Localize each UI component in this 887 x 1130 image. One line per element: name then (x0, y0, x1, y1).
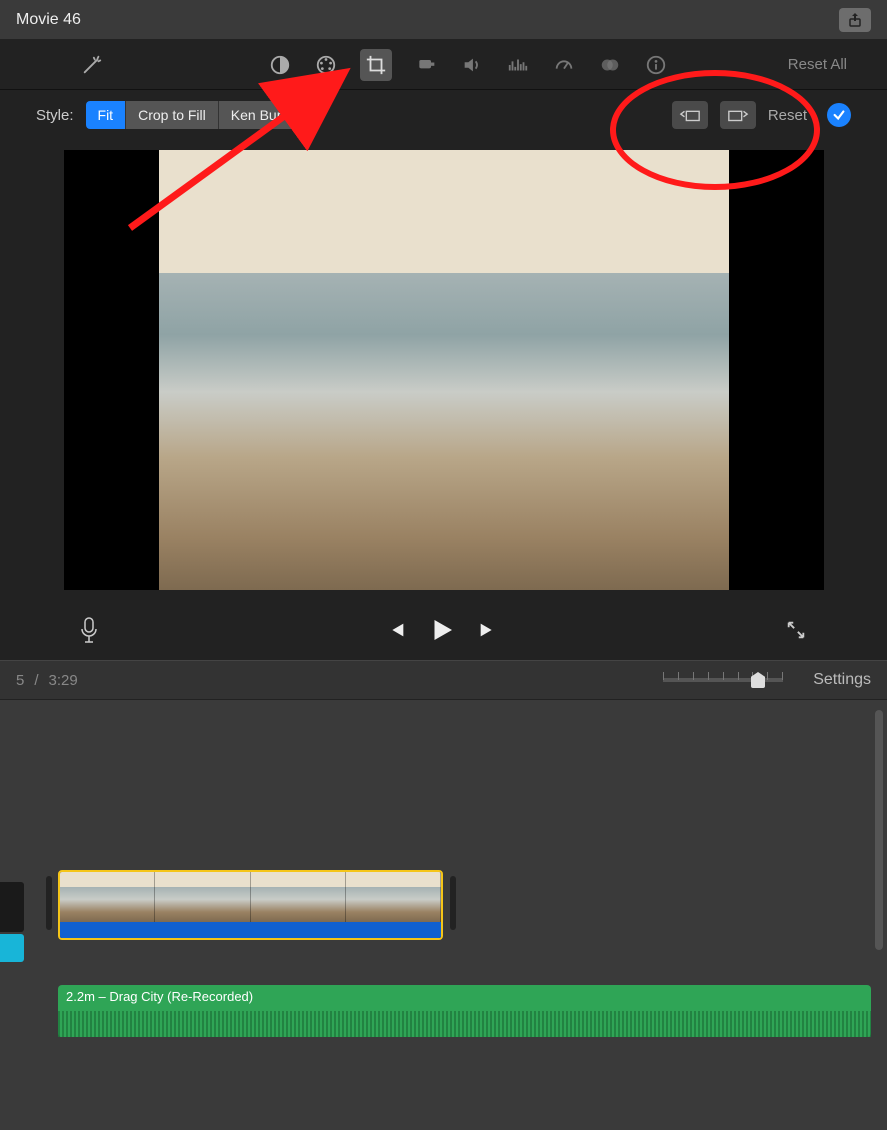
rotate-ccw-icon (679, 107, 701, 123)
style-crop-to-fill-button[interactable]: Crop to Fill (125, 101, 218, 129)
crop-tool-button[interactable] (360, 49, 392, 81)
video-clip-row (58, 870, 443, 962)
speed-icon[interactable] (552, 53, 576, 77)
expand-icon (785, 619, 807, 641)
share-button[interactable] (839, 8, 871, 32)
color-balance-icon[interactable] (268, 53, 292, 77)
total-time: 3:29 (49, 672, 78, 689)
timeline-area[interactable]: 2.2m – Drag City (Re-Recorded) (0, 700, 887, 1130)
reset-all-button[interactable]: Reset All (788, 56, 847, 73)
color-correction-icon[interactable] (314, 53, 338, 77)
skip-back-icon (385, 619, 407, 641)
rotate-cw-icon (727, 107, 749, 123)
noise-reduction-icon[interactable] (506, 53, 530, 77)
check-icon (832, 108, 846, 122)
audio-waveform (58, 1011, 871, 1037)
timeline-scrollbar[interactable] (875, 710, 883, 950)
background-audio-clip[interactable]: 2.2m – Drag City (Re-Recorded) (58, 985, 871, 1037)
share-icon (847, 12, 863, 28)
playback-controls (0, 600, 887, 660)
rotate-cw-button[interactable] (720, 101, 756, 129)
style-ken-burns-button[interactable]: Ken Burns (218, 101, 308, 129)
clip-trim-handle-left[interactable] (46, 876, 52, 930)
audio-clip-label: 2.2m – Drag City (Re-Recorded) (66, 989, 253, 1004)
play-icon (427, 615, 457, 645)
prev-frame-button[interactable] (385, 619, 407, 641)
adjacent-clip-stub[interactable] (0, 882, 24, 962)
zoom-slider[interactable] (663, 678, 783, 682)
selected-video-clip[interactable] (58, 870, 443, 940)
zoom-ticks (663, 672, 783, 680)
apply-check-button[interactable] (827, 103, 851, 127)
info-icon[interactable] (644, 53, 668, 77)
clip-audio-band (60, 922, 441, 940)
adjust-toolbar: Reset All (0, 40, 887, 90)
title-bar: Movie 46 (0, 0, 887, 40)
volume-icon[interactable] (460, 53, 484, 77)
project-title: Movie 46 (16, 11, 81, 29)
clip-trim-handle-right[interactable] (450, 876, 456, 930)
rotate-ccw-button[interactable] (672, 101, 708, 129)
timeline-settings-button[interactable]: Settings (813, 671, 871, 689)
voiceover-record-button[interactable] (80, 617, 98, 643)
style-fit-button[interactable]: Fit (86, 101, 126, 129)
play-button[interactable] (427, 615, 457, 645)
timeline-header: 5 / 3:29 Settings (0, 660, 887, 700)
current-time: 5 (16, 672, 24, 689)
magic-wand-icon[interactable] (80, 53, 104, 77)
clip-thumbnails (60, 872, 441, 922)
stabilization-icon[interactable] (414, 53, 438, 77)
preview-image (159, 150, 729, 590)
next-frame-button[interactable] (477, 619, 499, 641)
skip-forward-icon (477, 619, 499, 641)
style-label: Style: (36, 107, 74, 124)
fullscreen-button[interactable] (785, 619, 807, 641)
style-segmented-control: Fit Crop to Fill Ken Burns (86, 101, 309, 129)
crop-style-row: Style: Fit Crop to Fill Ken Burns Reset (0, 90, 887, 140)
crop-reset-button[interactable]: Reset (768, 107, 807, 124)
preview-frame[interactable] (64, 150, 824, 590)
clip-filter-icon[interactable] (598, 53, 622, 77)
time-separator: / (34, 672, 38, 689)
preview-area (0, 140, 887, 600)
crop-icon (365, 54, 387, 76)
microphone-icon (80, 617, 98, 643)
